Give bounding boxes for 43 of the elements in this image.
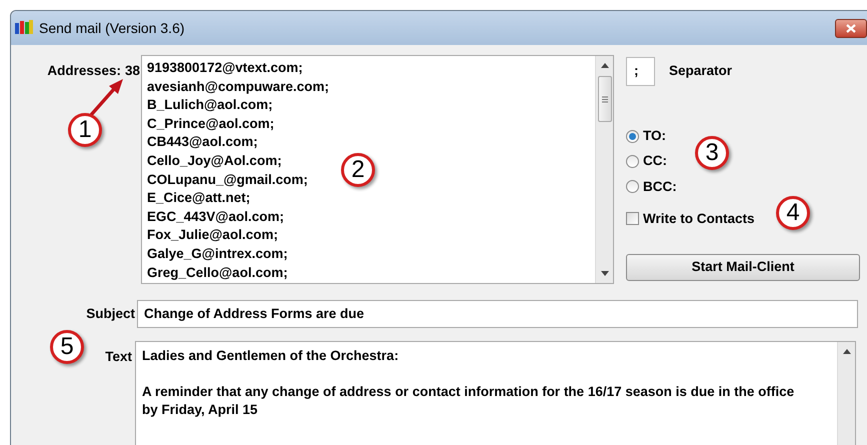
start-mail-client-button[interactable]: Start Mail-Client: [626, 254, 860, 281]
address-entry: EGC_443V@aol.com;: [147, 208, 284, 226]
address-entry: C_Prince@aol.com;: [147, 114, 274, 133]
radio-label: CC:: [643, 152, 667, 170]
separator-label: Separator: [669, 62, 732, 80]
message-text-area[interactable]: Ladies and Gentlemen of the Orchestra: A reminder that any change of address or contact information for the 16/17 season is due in the office by Friday, April 15: [135, 341, 856, 445]
addresses-label: Addresses:: [47, 62, 121, 80]
address-entry: Galye_G@intrex.com;: [147, 244, 288, 263]
address-entry: Cello_Joy@Aol.com;: [147, 152, 282, 170]
radio-label: TO:: [643, 127, 666, 145]
address-count: 38: [124, 62, 140, 80]
address-entry: COLupanu_@gmail.com;: [147, 170, 308, 189]
radio-label: BCC:: [643, 178, 677, 196]
radio-button[interactable]: [626, 154, 639, 168]
close-button[interactable]: [835, 18, 867, 38]
address-entry: Greg_Cello@aol.com;: [147, 264, 288, 282]
window-title: Send mail (Version 3.6): [39, 18, 185, 38]
checkbox[interactable]: [626, 212, 639, 226]
app-icon: [15, 20, 33, 36]
scroll-up-icon[interactable]: [842, 349, 850, 354]
address-list[interactable]: [141, 55, 614, 284]
message-paragraph: A reminder that any change of address or contact information for the 16/17 season is due in the office by Friday, April 15: [142, 383, 796, 419]
radio-button[interactable]: [626, 180, 639, 194]
address-entry: Fox_Julie@aol.com;: [147, 226, 278, 244]
radio-button[interactable]: [626, 130, 639, 143]
address-entry: B_Lulich@aol.com;: [147, 96, 273, 114]
subject-field[interactable]: Change of Address Forms are due: [137, 300, 858, 328]
scrollbar[interactable]: [595, 56, 613, 283]
address-entry: avesianh@compuware.com;: [147, 78, 329, 96]
scroll-down-icon[interactable]: [600, 271, 608, 276]
subject-label: Subject: [86, 304, 135, 323]
separator-field[interactable]: ;: [626, 57, 655, 86]
close-icon: [846, 24, 856, 32]
address-entry: 9193800172@vtext.com;: [147, 59, 303, 77]
address-entry: CB443@aol.com;: [147, 133, 258, 152]
message-paragraph: Ladies and Gentlemen of the Orchestra:: [142, 347, 400, 365]
text-label: Text: [105, 348, 132, 366]
scroll-thumb[interactable]: [598, 76, 612, 122]
grip-icon: [602, 96, 608, 102]
address-entry: E_Cice@att.net;: [147, 189, 250, 208]
scroll-up-icon[interactable]: [600, 63, 608, 68]
scrollbar[interactable]: [837, 342, 855, 445]
checkbox-label: Write to Contacts: [643, 210, 755, 228]
